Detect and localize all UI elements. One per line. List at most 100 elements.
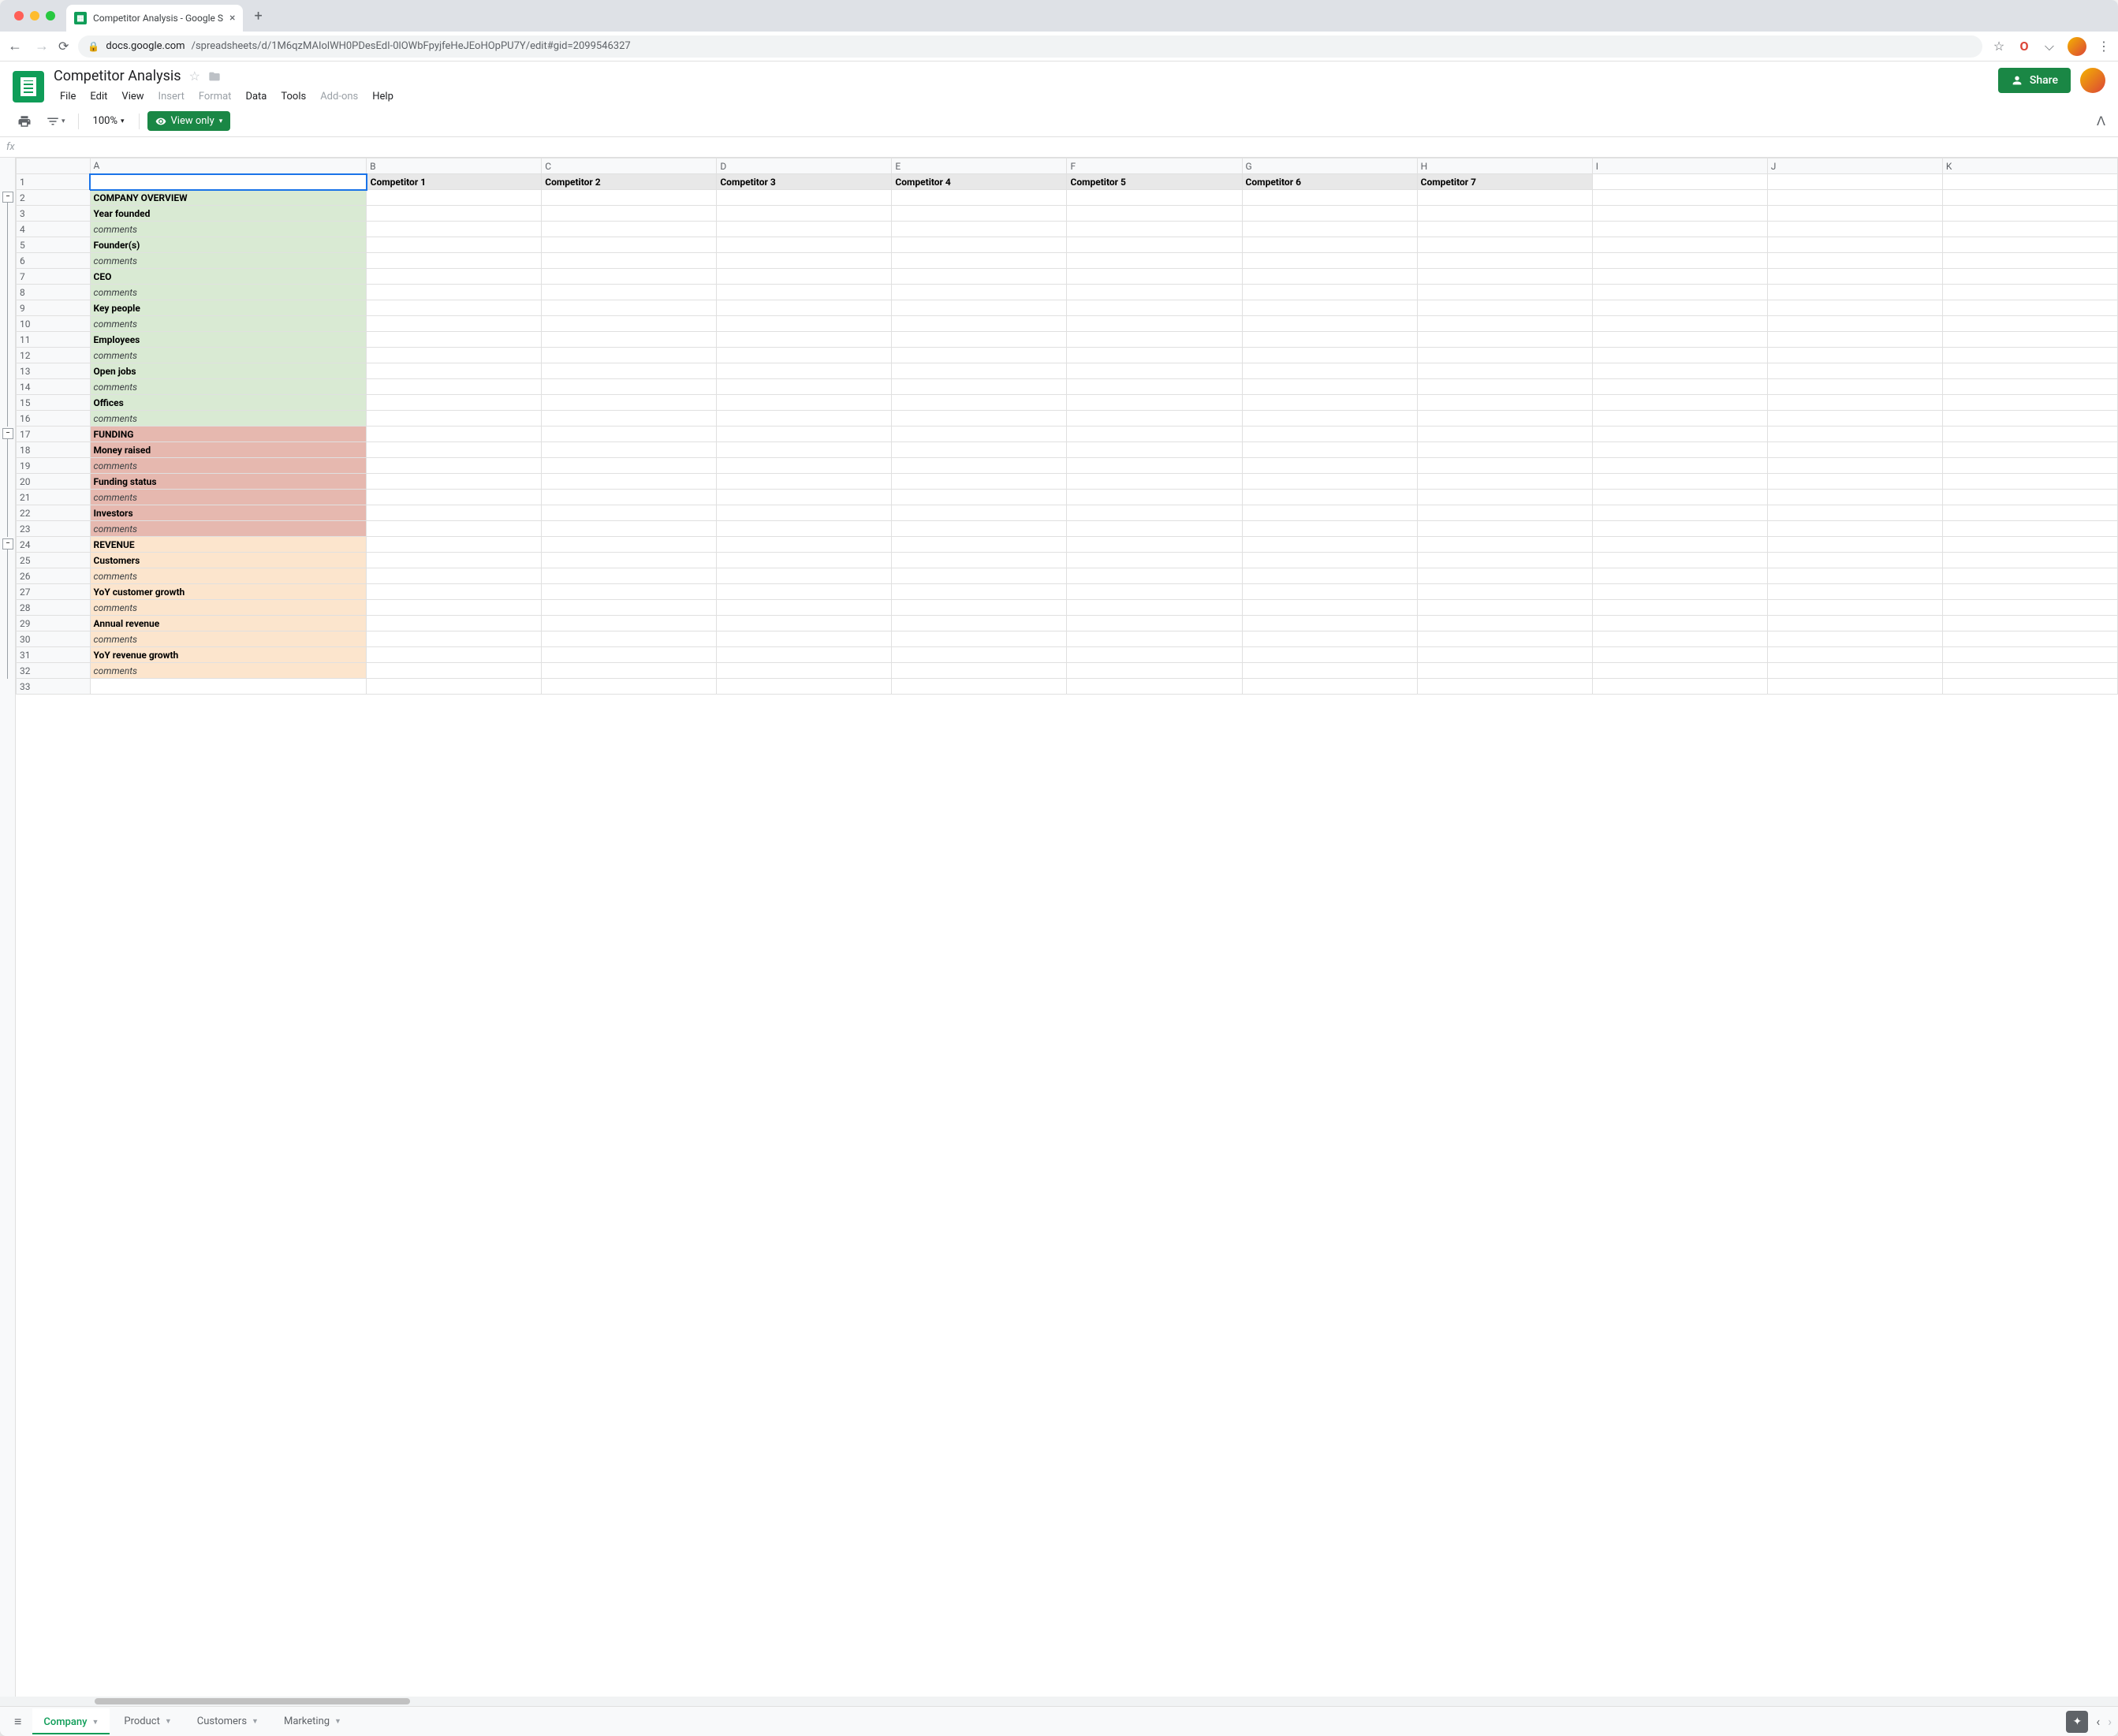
cell[interactable]: Key people: [90, 300, 367, 316]
sheets-logo[interactable]: [13, 71, 44, 102]
cell[interactable]: [1767, 174, 1942, 190]
cell[interactable]: [717, 521, 892, 537]
cell[interactable]: [1942, 553, 2117, 568]
cell[interactable]: [1767, 190, 1942, 206]
bookmark-star-icon[interactable]: ☆: [1992, 39, 2006, 54]
cell[interactable]: [717, 427, 892, 442]
row-header[interactable]: 29: [17, 616, 91, 631]
cell[interactable]: [1417, 316, 1592, 332]
cell[interactable]: [1942, 631, 2117, 647]
cell[interactable]: [90, 679, 367, 695]
cell[interactable]: [1242, 253, 1417, 269]
doc-title[interactable]: Competitor Analysis: [54, 68, 181, 84]
row-header[interactable]: 10: [17, 316, 91, 332]
row-header[interactable]: 21: [17, 490, 91, 505]
cell[interactable]: [367, 285, 542, 300]
cell[interactable]: Founder(s): [90, 237, 367, 253]
row-header[interactable]: 12: [17, 348, 91, 363]
cell[interactable]: [1067, 206, 1242, 222]
sheet-tab-dropdown-icon[interactable]: ▼: [334, 1717, 341, 1726]
cell[interactable]: [1417, 521, 1592, 537]
row-header[interactable]: 19: [17, 458, 91, 474]
cell[interactable]: [1592, 269, 1767, 285]
cell[interactable]: comments: [90, 222, 367, 237]
menu-insert[interactable]: Insert: [152, 88, 191, 106]
column-header-D[interactable]: D: [717, 158, 892, 174]
cell[interactable]: [542, 616, 717, 631]
cell[interactable]: [1242, 568, 1417, 584]
cell[interactable]: comments: [90, 568, 367, 584]
cell[interactable]: [1592, 474, 1767, 490]
window-close[interactable]: [14, 11, 24, 20]
cell[interactable]: [717, 553, 892, 568]
cell[interactable]: [1417, 363, 1592, 379]
reload-icon[interactable]: ⟳: [58, 39, 69, 54]
cell[interactable]: [717, 190, 892, 206]
cell[interactable]: [1067, 679, 1242, 695]
cell[interactable]: [367, 316, 542, 332]
cell[interactable]: [1942, 584, 2117, 600]
cell[interactable]: [1942, 190, 2117, 206]
cell[interactable]: [1942, 600, 2117, 616]
cell[interactable]: [892, 237, 1067, 253]
cell[interactable]: [1242, 616, 1417, 631]
cell[interactable]: [1067, 474, 1242, 490]
cell[interactable]: Competitor 7: [1417, 174, 1592, 190]
cell[interactable]: [1417, 379, 1592, 395]
column-header-A[interactable]: A: [90, 158, 367, 174]
cell[interactable]: [542, 269, 717, 285]
cell[interactable]: [892, 206, 1067, 222]
cell[interactable]: [367, 553, 542, 568]
cell[interactable]: [1242, 379, 1417, 395]
cell[interactable]: [1942, 363, 2117, 379]
cell[interactable]: comments: [90, 631, 367, 647]
cell[interactable]: [1592, 553, 1767, 568]
cell[interactable]: [1242, 190, 1417, 206]
menu-format[interactable]: Format: [192, 88, 238, 106]
cell[interactable]: [1942, 348, 2117, 363]
cell[interactable]: [717, 537, 892, 553]
cell[interactable]: [892, 537, 1067, 553]
cell[interactable]: comments: [90, 663, 367, 679]
cell[interactable]: [367, 600, 542, 616]
cell[interactable]: [1942, 616, 2117, 631]
extension-icon[interactable]: O: [2017, 39, 2031, 54]
cell[interactable]: [892, 474, 1067, 490]
cell[interactable]: [367, 237, 542, 253]
cell[interactable]: [1592, 679, 1767, 695]
tab-close-icon[interactable]: ×: [229, 12, 235, 24]
cell[interactable]: [367, 411, 542, 427]
column-header-E[interactable]: E: [892, 158, 1067, 174]
cell[interactable]: [542, 363, 717, 379]
cell[interactable]: comments: [90, 600, 367, 616]
pocket-icon[interactable]: ⌵: [2042, 39, 2056, 54]
cell[interactable]: [1242, 222, 1417, 237]
cell[interactable]: [1242, 631, 1417, 647]
cell[interactable]: [542, 190, 717, 206]
cell[interactable]: [1067, 222, 1242, 237]
cell[interactable]: FUNDING: [90, 427, 367, 442]
cell[interactable]: [1417, 395, 1592, 411]
cell[interactable]: [1767, 442, 1942, 458]
cell[interactable]: [1592, 332, 1767, 348]
cell[interactable]: [1417, 568, 1592, 584]
cell[interactable]: Annual revenue: [90, 616, 367, 631]
cell[interactable]: [1067, 553, 1242, 568]
window-maximize[interactable]: [46, 11, 55, 20]
cell[interactable]: Offices: [90, 395, 367, 411]
cell[interactable]: [1767, 427, 1942, 442]
cell[interactable]: [367, 537, 542, 553]
cell[interactable]: [1067, 348, 1242, 363]
cell[interactable]: [1767, 679, 1942, 695]
cell[interactable]: [717, 584, 892, 600]
sheet-tab-product[interactable]: Product▼: [113, 1708, 182, 1734]
cell[interactable]: [892, 363, 1067, 379]
cell[interactable]: [717, 348, 892, 363]
menu-file[interactable]: File: [54, 88, 82, 106]
cell[interactable]: [1067, 600, 1242, 616]
cell[interactable]: [1767, 584, 1942, 600]
share-button[interactable]: Share: [1998, 68, 2071, 93]
cell[interactable]: [717, 206, 892, 222]
cell[interactable]: [1417, 537, 1592, 553]
cell[interactable]: [1417, 600, 1592, 616]
